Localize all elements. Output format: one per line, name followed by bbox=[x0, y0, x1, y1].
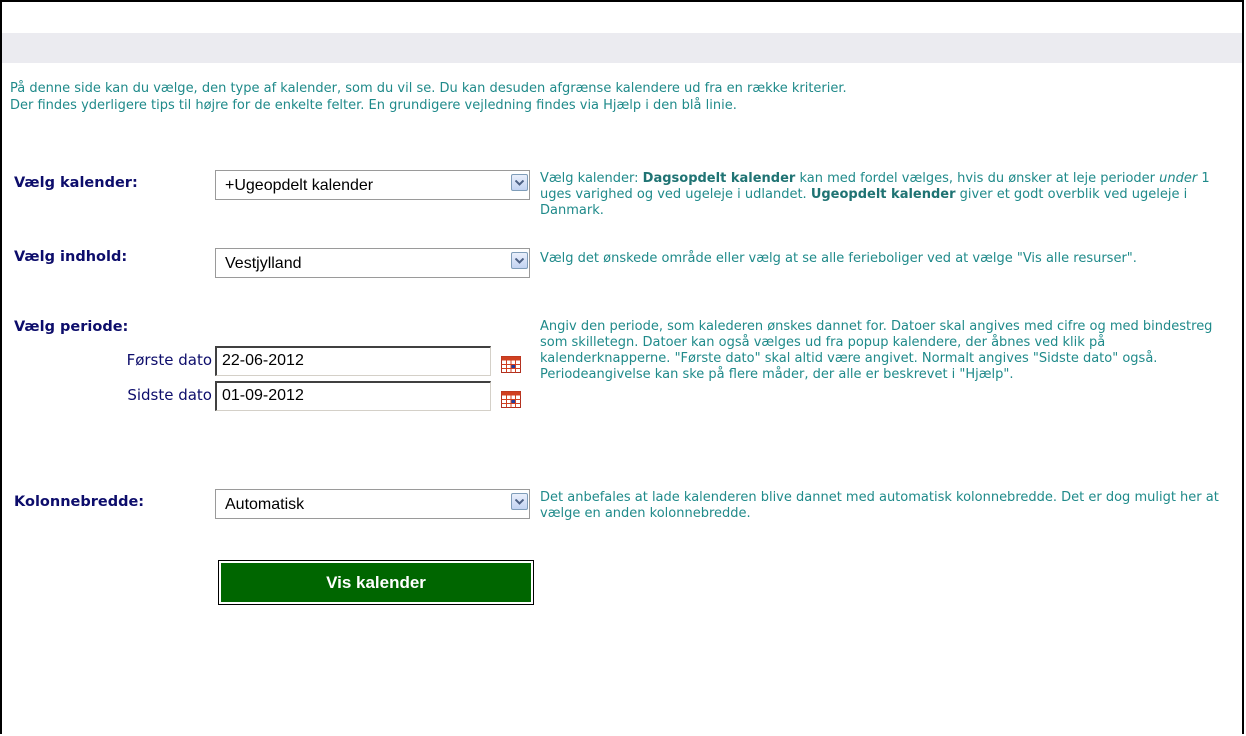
period-label: Vælg periode: bbox=[14, 319, 129, 335]
chevron-down-icon[interactable] bbox=[511, 493, 528, 510]
content-label: Vælg indhold: bbox=[14, 249, 128, 265]
help-italic-text: under bbox=[1159, 171, 1198, 186]
intro-text: På denne side kan du vælge, den type af … bbox=[10, 80, 1230, 114]
calendar-icon[interactable] bbox=[501, 391, 521, 408]
column-width-select[interactable]: Automatisk bbox=[215, 489, 530, 519]
first-date-value: 22-06-2012 bbox=[222, 352, 304, 369]
calendar-type-help: Vælg kalender: Dagsopdelt kalender kan m… bbox=[540, 171, 1230, 219]
column-width-value: Automatisk bbox=[225, 496, 305, 513]
content-value: Vestjylland bbox=[225, 255, 302, 272]
intro-line-2: Der findes yderligere tips til højre for… bbox=[10, 98, 737, 113]
content-select[interactable]: Vestjylland bbox=[215, 248, 530, 278]
calendar-icon[interactable] bbox=[501, 356, 521, 373]
column-width-label: Kolonnebredde: bbox=[14, 494, 145, 510]
chevron-down-icon[interactable] bbox=[511, 252, 528, 269]
calendar-type-value: +Ugeopdelt kalender bbox=[225, 177, 374, 194]
show-calendar-button-label: Vis kalender bbox=[221, 563, 531, 602]
content-help: Vælg det ønskede område eller vælg at se… bbox=[540, 251, 1137, 266]
chevron-down-icon[interactable] bbox=[511, 174, 528, 191]
calendar-type-select[interactable]: +Ugeopdelt kalender bbox=[215, 170, 530, 200]
help-text: kan med fordel vælges, hvis du ønsker at… bbox=[795, 171, 1160, 186]
first-date-label: Første dato bbox=[126, 351, 212, 369]
first-date-input[interactable]: 22-06-2012 bbox=[215, 346, 491, 376]
intro-line-1: På denne side kan du vælge, den type af … bbox=[10, 81, 847, 96]
last-date-value: 01-09-2012 bbox=[222, 387, 304, 404]
help-bold-text: Ugeopdelt kalender bbox=[810, 187, 956, 202]
help-bold-text: Dagsopdelt kalender bbox=[642, 171, 796, 186]
period-help: Angiv den periode, som kalederen ønskes … bbox=[540, 319, 1213, 382]
last-date-input[interactable]: 01-09-2012 bbox=[215, 381, 491, 411]
top-bar bbox=[2, 33, 1242, 63]
column-width-help: Det anbefales at lade kalenderen blive d… bbox=[540, 490, 1219, 521]
calendar-type-label: Vælg kalender: bbox=[14, 175, 138, 191]
last-date-label: Sidste dato bbox=[127, 386, 212, 404]
help-text: Vælg kalender: bbox=[540, 171, 643, 186]
show-calendar-button[interactable]: Vis kalender bbox=[218, 560, 534, 605]
